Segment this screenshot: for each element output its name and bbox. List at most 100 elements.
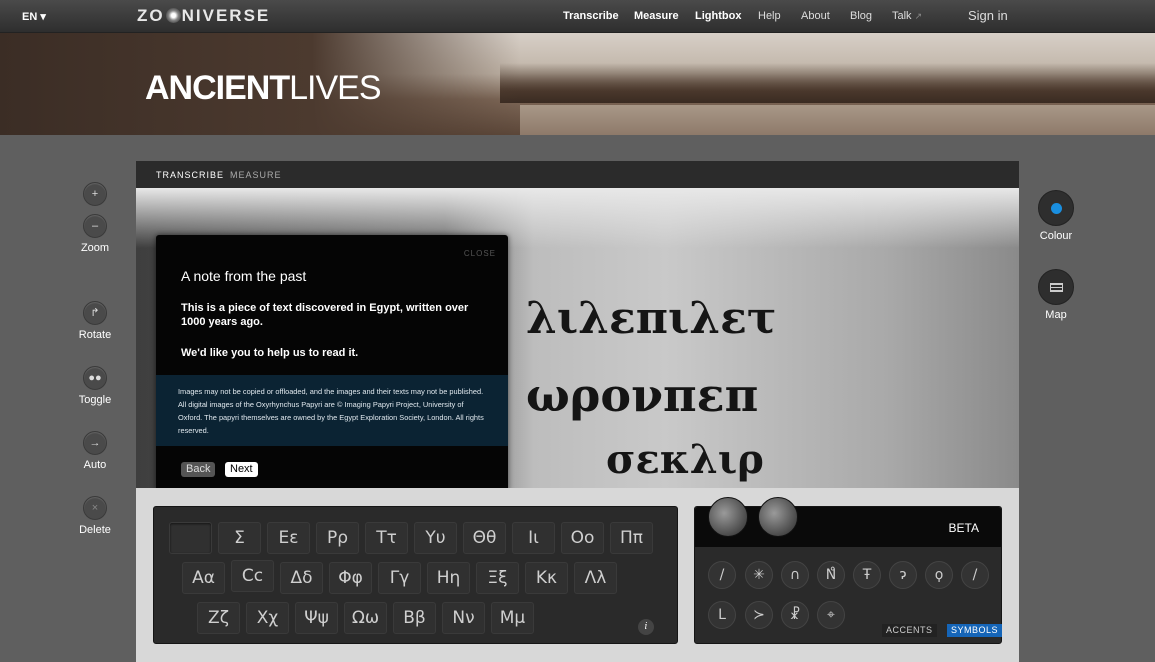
keyboard-key[interactable]: Αα [182,562,225,594]
symbol-key[interactable]: ∩ [781,561,809,589]
delete-label: Delete [79,524,111,536]
symbol-key[interactable]: / [708,561,736,589]
language-label: EN [22,11,38,23]
note-text-1: This is a piece of text discovered in Eg… [181,302,469,328]
keyboard-key[interactable]: Ιι [512,522,555,554]
external-link-icon: ↗ [914,11,923,21]
colour-button[interactable] [1038,190,1074,226]
keyboard-key[interactable]: Δδ [280,562,323,594]
main-panel: TRANSCRIBE MEASURE λιλεπιλετ ωρονπεπ σεκ… [136,161,1019,662]
keyboard-key[interactable]: Ρρ [316,522,359,554]
keyboard-key[interactable]: Ππ [610,522,653,554]
zoom-label: Zoom [80,242,110,254]
keyboard-key[interactable]: Ξξ [476,562,519,594]
sample-glyph-thumbnail[interactable] [758,497,798,537]
symbol-key[interactable]: / [961,561,989,589]
keyboard-key[interactable]: Ωω [344,602,387,634]
delete-icon[interactable]: × [83,496,107,520]
tab-measure[interactable]: MEASURE [230,170,282,180]
rotate-label: Rotate [78,329,112,341]
banner-landscape [500,63,1155,103]
language-selector[interactable]: EN ▾ [22,10,46,23]
keyboard-key[interactable]: Θθ [463,522,506,554]
colour-label: Colour [1039,230,1073,242]
rotate-icon[interactable]: ↱ [83,301,107,325]
papyrus-line-2: ωρονπεπ [526,368,759,422]
symbols-panel: BETA / ✳ ∩ Ν̊ Ŧ ɂ ϙ / L ≻ ☧ ⌖ ACCENTS SY… [694,497,1003,644]
tab-transcribe[interactable]: TRANSCRIBE [156,170,224,180]
sample-glyph-thumbnail[interactable] [708,497,748,537]
keyboard-key[interactable]: Φφ [329,562,372,594]
nav-help[interactable]: Help [758,10,781,22]
copyright-notice: Images may not be copied or offloaded, a… [156,375,508,446]
map-button[interactable] [1038,269,1074,305]
keyboard-key[interactable]: Μμ [491,602,534,634]
symbol-key[interactable]: Ν̊ [817,561,845,589]
zooniverse-logo[interactable]: ZO NIVERSE [137,6,270,26]
tab-symbols[interactable]: SYMBOLS [947,624,1003,637]
map-tool: Map [1026,269,1086,321]
arrow-right-icon[interactable]: → [83,431,107,455]
key-blank[interactable] [169,522,212,554]
map-label: Map [1045,309,1067,321]
zoom-out-icon[interactable]: – [83,214,107,238]
symbol-key[interactable]: ≻ [745,601,773,629]
keyboard-key[interactable]: Ζζ [197,602,240,634]
nav-about[interactable]: About [801,10,830,22]
title-light: LIVES [289,69,381,107]
zoom-tool: + – Zoom [65,182,125,254]
symbol-key[interactable]: ⌖ [817,601,845,629]
nav-blog[interactable]: Blog [850,10,872,22]
keyboard-key[interactable]: Ηη [427,562,470,594]
keyboard-key[interactable]: Σ [218,522,261,554]
keyboard-key[interactable]: Εε [267,522,310,554]
rotate-tool: ↱ Rotate [65,301,125,341]
symbol-key[interactable]: L [708,601,736,629]
nav-transcribe[interactable]: Transcribe [563,10,619,22]
intro-note-dialog: CLOSE A note from the past This is a pie… [156,235,508,488]
symbol-key[interactable]: ϙ [925,561,953,589]
keyboard-key[interactable]: Οο [561,522,604,554]
project-title: ANCIENTLIVES [145,69,382,108]
top-bar: EN ▾ ZO NIVERSE Transcribe Measure Lightb… [0,0,1155,33]
close-button[interactable]: CLOSE [464,249,496,258]
keyboard-key[interactable]: Χχ [246,602,289,634]
keyboard-key[interactable]: Ββ [393,602,436,634]
greek-keyboard: Σ Εε Ρρ Ττ Υυ Θθ Ιι Οο Ππ Αα Cc Δδ Φφ Γγ… [153,506,678,644]
keyboard-key[interactable]: Γγ [378,562,421,594]
keyboard-key[interactable]: Υυ [414,522,457,554]
tab-accents[interactable]: ACCENTS [882,624,937,637]
nav-talk[interactable]: Talk ↗ [892,10,922,22]
keyboard-key[interactable]: Ψψ [295,602,338,634]
symbol-key[interactable]: ɂ [889,561,917,589]
mode-tabs: TRANSCRIBE MEASURE [136,161,1019,188]
next-button[interactable]: Next [225,462,258,477]
back-button[interactable]: Back [181,462,216,477]
papyrus-line-3: σεκλιρ [606,436,764,483]
colour-tool: Colour [1026,190,1086,242]
keyboard-key[interactable]: Λλ [574,562,617,594]
zoom-in-icon[interactable]: + [83,182,107,206]
title-bold: ANCIENT [145,69,290,107]
delete-tool: × Delete [65,496,125,536]
toggle-tool: ●● Toggle [65,366,125,406]
toggle-label: Toggle [78,394,112,406]
info-icon[interactable]: i [638,619,654,635]
symbol-key[interactable]: ☧ [781,601,809,629]
toggle-icon[interactable]: ●● [83,366,107,390]
beta-badge: BETA [948,521,979,535]
keyboard-key[interactable]: Cc [231,560,274,592]
map-icon [1050,283,1063,292]
colour-dot-icon [1051,203,1062,214]
symbol-key[interactable]: Ŧ [853,561,881,589]
keyboard-key[interactable]: Νν [442,602,485,634]
keyboard-key[interactable]: Ττ [365,522,408,554]
keyboard-key[interactable]: Κκ [525,562,568,594]
banner-river [520,105,1155,135]
sign-in-link[interactable]: Sign in [968,8,1008,23]
nav-lightbox[interactable]: Lightbox [695,10,741,22]
nav-measure[interactable]: Measure [634,10,679,22]
papyrus-line-1: λιλεπιλετ [526,293,777,344]
symbol-key[interactable]: ✳ [745,561,773,589]
papyrus-image[interactable]: λιλεπιλετ ωρονπεπ σεκλιρ CLOSE A note fr… [136,188,1019,488]
